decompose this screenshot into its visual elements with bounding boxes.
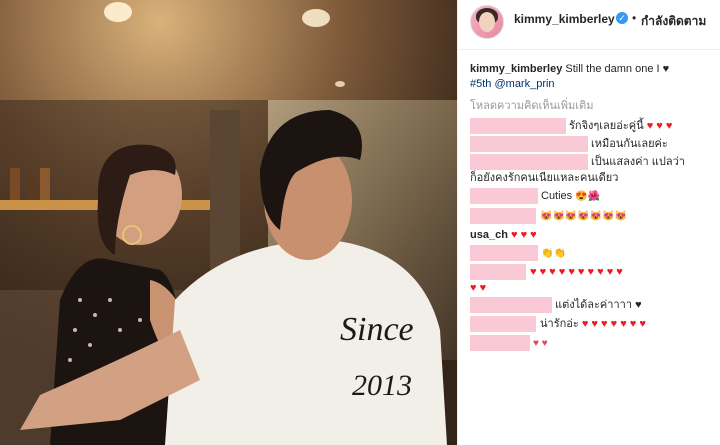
comment-row: เหมือนกันเลยค่ะ (591, 137, 668, 151)
heart-emojis: ♥ ♥ ♥ (510, 229, 537, 241)
heart-emojis: ♥ ♥ ♥ (646, 120, 673, 132)
comment-row: ♥ ♥ (470, 281, 486, 295)
comment-username[interactable]: usa_ch (470, 229, 508, 241)
heart-emojis: ♥ (635, 299, 642, 311)
comment-row: ♥ ♥ ♥ ♥ ♥ ♥ ♥ ♥ ♥ ♥ (530, 265, 623, 279)
verified-icon: ✓ (616, 12, 628, 24)
separator-dot: • (632, 11, 637, 25)
redacted-username (470, 188, 538, 204)
post-photo[interactable]: Since 2013 (0, 0, 457, 445)
redacted-username (470, 335, 530, 351)
post-caption: kimmy_kimberley Still the damn one I ♥ #… (470, 62, 710, 92)
avatar[interactable] (470, 5, 504, 39)
post-side-panel: kimmy_kimberley ✓ • กำลังติดตาม kimmy_ki… (457, 0, 720, 445)
comment-row: เป็นแสลงค่า แปลว่า (591, 155, 685, 169)
caption-text: Still the damn one I ♥ (565, 63, 670, 75)
cat-emojis: 😻😻😻😻😻😻😻 (540, 211, 628, 222)
shirt-text-year: 2013 (352, 369, 412, 402)
shirt-text-since: Since (340, 311, 414, 348)
redacted-username (470, 136, 588, 152)
redacted-username (470, 245, 538, 261)
clap-emojis: 👏👏 (541, 248, 566, 259)
comment-text: รักจิงๆเลยอ่ะคู่นี้ (569, 120, 644, 132)
comment-row: รักจิงๆเลยอ่ะคู่นี้ ♥ ♥ ♥ (569, 119, 672, 133)
caption-username[interactable]: kimmy_kimberley (470, 63, 562, 75)
photo-illustration: Since 2013 (0, 0, 457, 445)
heart-emojis: ♥ ♥ ♥ ♥ ♥ ♥ ♥ ♥ ♥ ♥ (530, 266, 623, 278)
comment-row: Cuties 😍🌺 (541, 189, 600, 204)
redacted-username (470, 316, 536, 332)
comment-text: น่ารักอ่ะ (540, 318, 579, 330)
redacted-username (470, 264, 526, 280)
header-username[interactable]: kimmy_kimberley (514, 12, 615, 26)
heart-emojis: ♥ ♥ (470, 282, 487, 294)
comment-text: Cuties (541, 190, 573, 202)
redacted-username (470, 297, 552, 313)
following-button[interactable]: กำลังติดตาม (641, 12, 706, 31)
hashtag-link[interactable]: #5th (470, 78, 491, 90)
comment-text: เหมือนกันเลยค่ะ (591, 138, 668, 150)
heart-emojis: ♥ ♥ ♥ ♥ ♥ ♥ ♥ (581, 318, 646, 330)
heart-emojis: ♥ ♥ (533, 338, 548, 349)
load-more-comments-link[interactable]: โหลดความคิดเห็นเพิ่มเติม (470, 96, 593, 114)
redacted-username (470, 154, 588, 170)
comment-row: น่ารักอ่ะ ♥ ♥ ♥ ♥ ♥ ♥ ♥ (540, 317, 646, 331)
avatar-face (479, 12, 495, 32)
comment-row: 😻😻😻😻😻😻😻 (540, 209, 627, 224)
comment-row: usa_ch ♥ ♥ ♥ (470, 228, 537, 242)
mention-link[interactable]: @mark_prin (494, 78, 554, 90)
post-header: kimmy_kimberley ✓ • กำลังติดตาม (458, 0, 720, 50)
comment-text: ก็อยังคงรักคนเนียแหละคนเดียว (470, 172, 619, 184)
redacted-username (470, 208, 536, 224)
comment-row: แต่งได้ละค่าาาา ♥ (555, 298, 642, 312)
emoji-reaction: 😍🌺 (575, 191, 601, 202)
comment-row: ก็อยังคงรักคนเนียแหละคนเดียว (470, 171, 618, 185)
comment-row: ♥ ♥ (533, 336, 548, 351)
comment-text: เป็นแสลงค่า แปลว่า (591, 156, 685, 168)
comment-row: 👏👏 (541, 246, 566, 261)
redacted-username (470, 118, 566, 134)
comment-text: แต่งได้ละค่าาาา (555, 299, 632, 311)
